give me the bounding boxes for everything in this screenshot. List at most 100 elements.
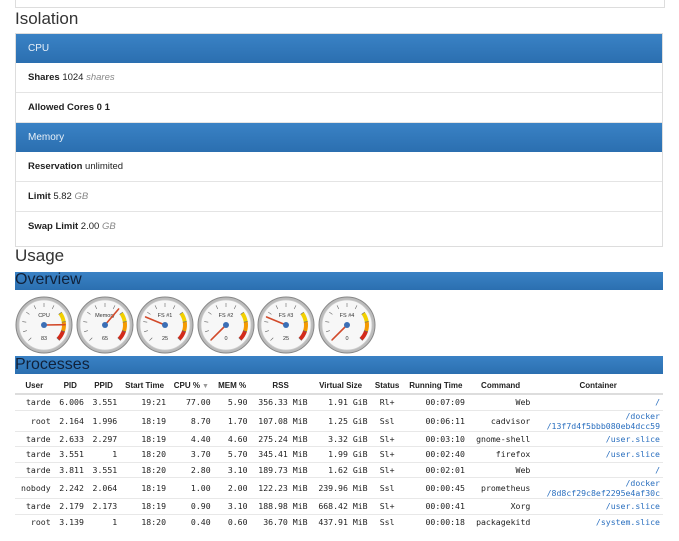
table-row: tarde 2.179 2.173 18:19 0.90 3.10 188.98 MiB 66…	[15, 498, 663, 514]
column-header[interactable]: Status	[370, 377, 404, 395]
gauge-zone	[121, 321, 127, 332]
column-header[interactable]: MEM %	[213, 377, 251, 395]
table-cell: 1.99 GiB	[310, 446, 371, 462]
gauge-value: 25	[283, 336, 289, 342]
table-cell: 00:06:11	[403, 409, 468, 431]
column-header[interactable]: Start Time	[120, 377, 170, 395]
column-header[interactable]: Running Time	[403, 377, 468, 395]
table-cell: 00:00:45	[403, 477, 468, 499]
table-cell: 1.62 GiB	[310, 461, 371, 478]
table-cell: 3.10	[213, 461, 251, 478]
allowed-cores-row: Allowed Cores 0 1	[16, 93, 662, 123]
column-header[interactable]: Command	[467, 377, 534, 395]
table-cell: firefox	[467, 446, 534, 462]
table-cell: 1.25 GiB	[310, 409, 371, 431]
gauge-zone	[303, 321, 308, 332]
table-cell: 1	[86, 513, 121, 529]
table-cell: 00:00:41	[403, 498, 468, 514]
swap-label: Swap Limit	[28, 221, 79, 232]
table-row: tarde 2.633 2.297 18:19 4.40 4.60 275.24 MiB 3.…	[15, 430, 663, 447]
column-header[interactable]: PPID	[86, 377, 121, 395]
table-cell: 122.23 MiB	[250, 477, 311, 499]
table-cell: 668.42 MiB	[310, 498, 371, 514]
gauge-0: CPU 83	[15, 296, 73, 354]
process-table: User PID PPID Start Time CPU % ▼ MEM % RSS Virt…	[15, 377, 663, 529]
cpu-header: CPU	[16, 34, 662, 63]
container-link[interactable]: /docker/8d8cf29c8ef2295e4af30c	[533, 477, 663, 499]
container-link[interactable]: /user.slice	[533, 498, 663, 514]
column-header[interactable]: Container	[533, 377, 663, 395]
table-cell: tarde	[15, 446, 54, 462]
isolation-title: Isolation	[15, 9, 79, 28]
column-header[interactable]: PID	[53, 377, 87, 395]
table-cell: 3.32 GiB	[310, 430, 371, 447]
table-cell: Sl+	[370, 498, 404, 514]
gauge-value: 83	[41, 336, 47, 342]
gauge-zone	[182, 321, 187, 332]
table-header-row: User PID PPID Start Time CPU % ▼ MEM % RSS Virt…	[15, 377, 663, 395]
table-cell: 2.242	[53, 477, 87, 499]
table-cell: 2.064	[86, 477, 121, 499]
usage-title: Usage	[15, 246, 65, 265]
table-cell: 3.70	[169, 446, 214, 462]
table-cell: 345.41 MiB	[250, 446, 311, 462]
table-cell: Sl+	[370, 446, 404, 462]
container-link[interactable]: /user.slice	[533, 446, 663, 462]
table-cell: 00:03:10	[403, 430, 468, 447]
gauge-label: FS #1	[158, 313, 173, 319]
processes-bar	[15, 356, 663, 374]
container-link[interactable]: /	[533, 461, 663, 478]
gauge-label: FS #4	[339, 313, 354, 319]
table-cell: Web	[467, 393, 534, 410]
gauge-1: Memory65	[76, 296, 133, 354]
container-link[interactable]: /system.slice	[533, 513, 663, 529]
gauge-zone	[242, 321, 248, 332]
gauge-value: 25	[162, 336, 168, 342]
shares-label: Shares	[28, 72, 60, 83]
limit-unit: GB	[74, 191, 89, 202]
table-cell: Ssl	[370, 409, 404, 431]
swap-unit: GB	[101, 221, 116, 232]
limit-label: Limit	[28, 191, 51, 202]
table-cell: 1.91 GiB	[310, 393, 371, 410]
column-header[interactable]: Virtual Size	[310, 377, 371, 395]
overview-title: Overview	[15, 271, 82, 288]
gauge-label: CPU	[38, 313, 50, 319]
container-link[interactable]: /docker/13f7d4f5bbb080eb4dcc59	[533, 409, 663, 431]
table-cell: 18:19	[120, 409, 170, 431]
limit-row: Limit 5.82 GB	[16, 182, 662, 212]
table-cell: Sl+	[370, 430, 404, 447]
swap-value: 2.00	[80, 221, 100, 232]
table-cell: 0.40	[169, 513, 214, 529]
table-cell: 5.90	[213, 393, 251, 410]
table-cell: 2.179	[53, 498, 87, 514]
table-cell: tarde	[15, 430, 54, 447]
table-cell: 00:02:40	[403, 446, 468, 462]
cores-label: Allowed Cores	[28, 102, 94, 113]
container-link[interactable]: /user.slice	[533, 430, 663, 447]
table-cell: Rl+	[370, 393, 404, 410]
table-body: tarde 6.006 3.551 19:21 77.00 5.90 356.33 MiB 1…	[15, 393, 663, 529]
table-cell: 0.60	[213, 513, 251, 529]
table-cell: nobody	[15, 477, 54, 499]
table-row: tarde 3.811 3.551 18:20 2.80 3.10 189.73 MiB 1.…	[15, 461, 663, 478]
column-header[interactable]: RSS	[250, 377, 311, 395]
table-cell: gnome-shell	[467, 430, 534, 447]
column-header[interactable]: CPU % ▼	[169, 377, 214, 395]
table-cell: Xorg	[467, 498, 534, 514]
gauge-value: 0	[345, 336, 348, 342]
table-row: tarde 3.551 1 18:20 3.70 5.70 345.41 MiB 1.99 G…	[15, 446, 663, 462]
swap-limit-row: Swap Limit 2.00 GB	[16, 212, 662, 242]
table-cell: 2.164	[53, 409, 87, 431]
table-cell: 5.70	[213, 446, 251, 462]
shares-row: Shares 1024 shares	[16, 63, 662, 93]
table-cell: 1.70	[213, 409, 251, 431]
table-cell: tarde	[15, 393, 54, 410]
table-cell: tarde	[15, 498, 54, 514]
column-header[interactable]: User	[15, 377, 54, 395]
table-cell: 18:20	[120, 461, 170, 478]
container-link[interactable]: /	[533, 393, 663, 410]
table-cell: 1.996	[86, 409, 121, 431]
table-cell: 3.811	[53, 461, 87, 478]
table-row: tarde 6.006 3.551 19:21 77.00 5.90 356.33 MiB 1…	[15, 393, 663, 410]
